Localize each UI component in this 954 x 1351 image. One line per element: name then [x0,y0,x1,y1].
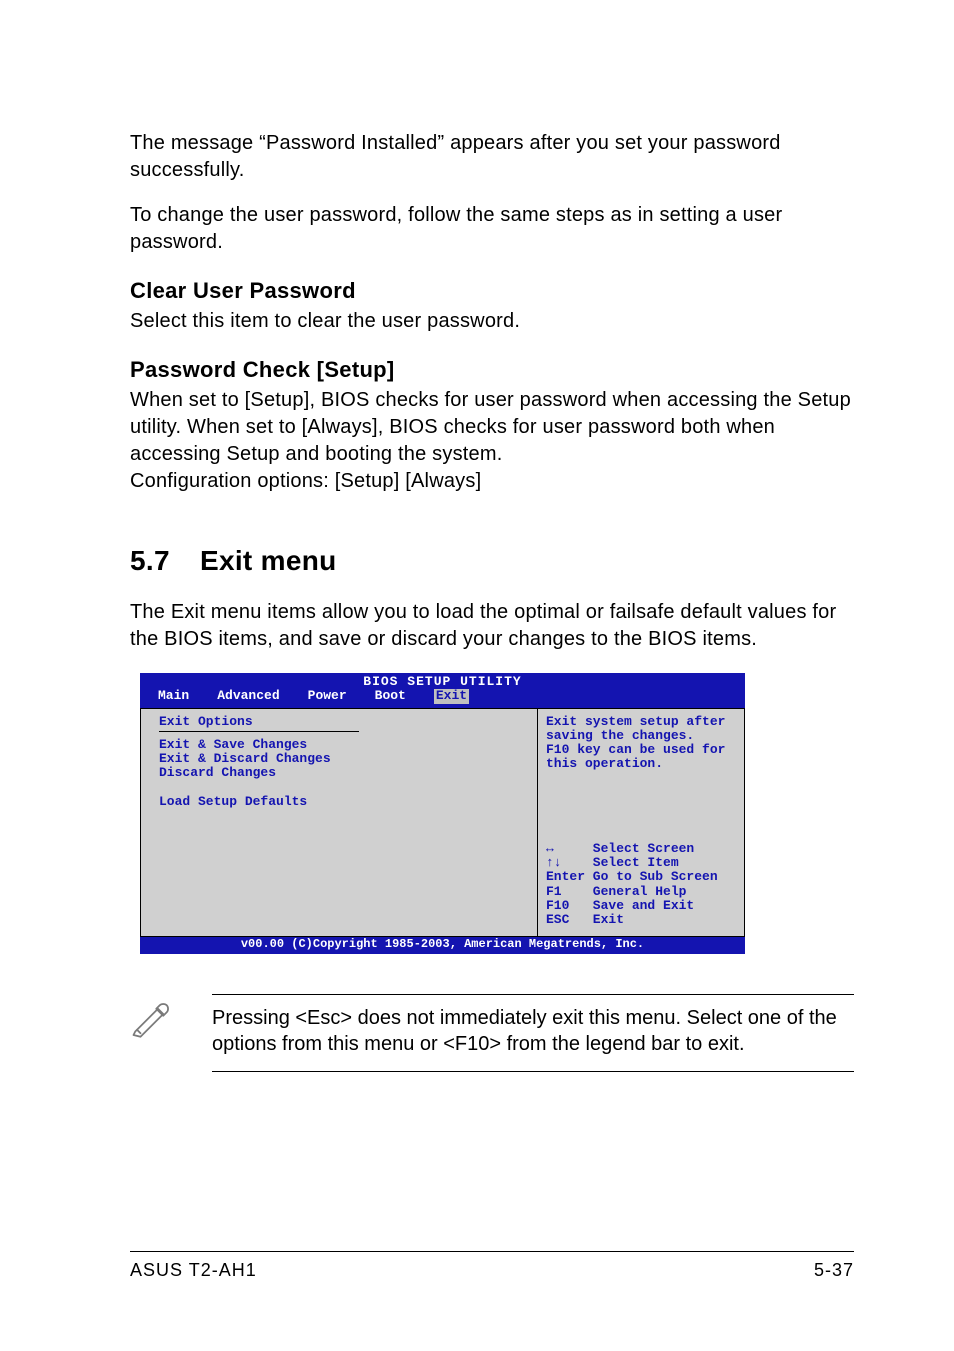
footer-left: ASUS T2-AH1 [130,1260,257,1281]
bios-item-load-defaults[interactable]: Load Setup Defaults [159,795,527,809]
bios-tab-exit[interactable]: Exit [434,689,469,703]
bios-tab-power[interactable]: Power [308,689,347,703]
clear-user-heading: Clear User Password [130,278,854,304]
intro-p2: To change the user password, follow the … [130,202,854,256]
section-title: 5.7Exit menu [130,545,854,577]
page-footer: ASUS T2-AH1 5-37 [130,1251,854,1281]
intro-p1: The message “Password Installed” appears… [130,130,854,184]
bios-screenshot: BIOS SETUP UTILITY Main Advanced Power B… [140,673,745,954]
page: The message “Password Installed” appears… [0,0,954,1351]
section-intro: The Exit menu items allow you to load th… [130,599,854,653]
bios-tab-boot[interactable]: Boot [375,689,406,703]
bios-help-text: Exit system setup after saving the chang… [546,715,736,772]
footer-right: 5-37 [814,1260,854,1281]
bios-key-row: F1 General Help [546,885,736,899]
note: Pressing <Esc> does not immediately exit… [130,994,854,1072]
bios-item-discard[interactable]: Discard Changes [159,766,527,780]
bios-divider [159,731,359,732]
bios-key-row: Enter Go to Sub Screen [546,870,736,884]
bios-key-legend: ↔ Select Screen↑↓ Select ItemEnter Go to… [546,842,736,928]
bios-tab-main[interactable]: Main [158,689,189,703]
bios-key-row: ↑↓ Select Item [546,856,736,870]
bios-key-row: ESC Exit [546,913,736,927]
note-icon [130,1000,172,1042]
bios-tabs: Main Advanced Power Boot Exit [140,689,745,705]
bios-body: Exit Options Exit & Save Changes Exit & … [140,708,745,937]
password-check-heading: Password Check [Setup] [130,357,854,383]
note-text: Pressing <Esc> does not immediately exit… [212,994,854,1072]
bios-left-heading: Exit Options [159,715,527,729]
bios-right-panel: Exit system setup after saving the chang… [538,709,744,936]
bios-title: BIOS SETUP UTILITY [140,675,745,689]
password-check-text1: When set to [Setup], BIOS checks for use… [130,387,854,468]
bios-left-panel: Exit Options Exit & Save Changes Exit & … [141,709,538,936]
bios-item-exit-save[interactable]: Exit & Save Changes [159,738,527,752]
bios-item-exit-discard[interactable]: Exit & Discard Changes [159,752,527,766]
section-num: 5.7 [130,545,200,577]
section-name: Exit menu [200,545,337,576]
password-check-text2: Configuration options: [Setup] [Always] [130,468,854,495]
bios-header: BIOS SETUP UTILITY Main Advanced Power B… [140,673,745,708]
bios-footer: v00.00 (C)Copyright 1985-2003, American … [140,937,745,954]
bios-key-row: ↔ Select Screen [546,842,736,856]
bios-item-spacer [159,781,527,795]
clear-user-text: Select this item to clear the user passw… [130,308,854,335]
bios-tab-advanced[interactable]: Advanced [217,689,279,703]
bios-key-row: F10 Save and Exit [546,899,736,913]
